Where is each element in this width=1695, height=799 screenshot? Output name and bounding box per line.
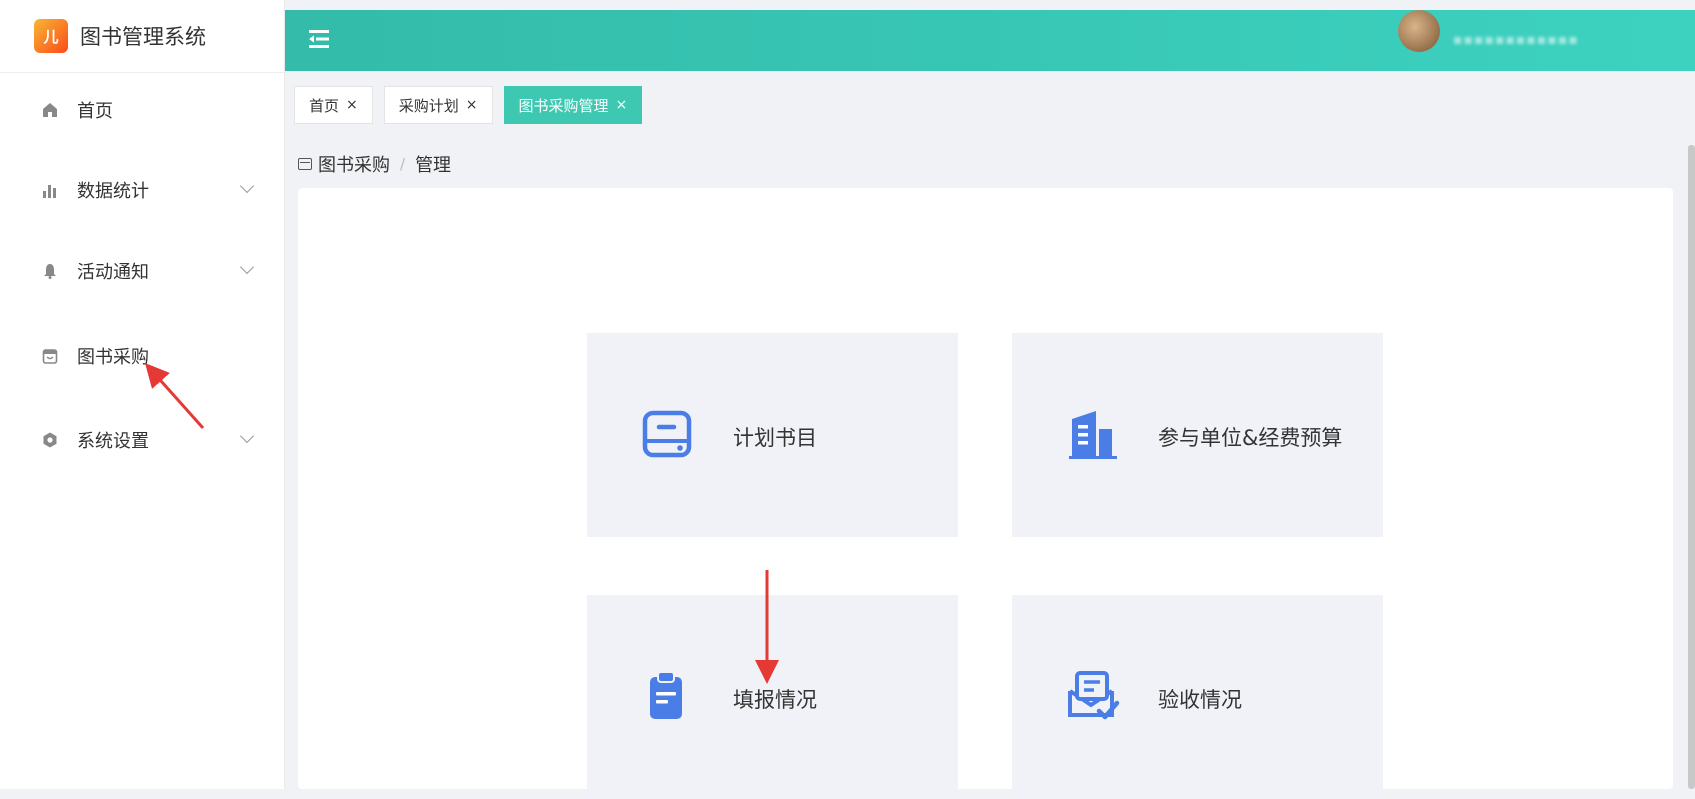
sidebar-item-system-settings[interactable]: 系统设置 (0, 420, 284, 460)
sidebar: 儿 图书管理系统 首页 数据统计 活动通知 图书采购 系统设置 (0, 0, 285, 789)
close-icon[interactable]: × (466, 97, 478, 113)
scrollbar[interactable] (1688, 145, 1695, 789)
tab-home[interactable]: 首页 × (294, 86, 373, 124)
content-panel: 计划书目 参与单位&经费预算 填报情况 验收情况 (298, 188, 1673, 799)
sidebar-item-home[interactable]: 首页 (0, 90, 284, 130)
settings-icon (42, 432, 58, 448)
close-icon[interactable]: × (616, 97, 628, 113)
sidebar-item-activity-notice[interactable]: 活动通知 (0, 251, 284, 291)
bell-icon (42, 263, 58, 279)
card-label: 参与单位&经费预算 (1158, 426, 1343, 450)
tab-label: 图书采购管理 (518, 96, 609, 115)
bar-chart-icon (42, 182, 58, 198)
sidebar-item-label: 系统设置 (77, 431, 149, 452)
tab-label: 采购计划 (398, 96, 459, 115)
sidebar-item-label: 数据统计 (77, 181, 149, 202)
sidebar-item-label: 活动通知 (77, 262, 149, 283)
top-header: ▪▪▪▪▪▪▪▪▪▪▪▪ (285, 10, 1695, 71)
logo-area[interactable]: 儿 图书管理系统 (0, 0, 284, 73)
chevron-down-icon (239, 428, 255, 444)
card-icon (298, 158, 312, 170)
breadcrumb-current: 管理 (415, 155, 452, 176)
breadcrumb-parent[interactable]: 图书采购 (318, 151, 390, 177)
chevron-down-icon (239, 178, 255, 194)
chevron-down-icon (239, 259, 255, 275)
hard-drive-icon (641, 407, 695, 461)
clipboard-icon (641, 669, 695, 723)
tab-bar: 首页 × 采购计划 × 图书采购管理 × (294, 86, 643, 124)
app-title: 图书管理系统 (80, 25, 206, 49)
avatar[interactable] (1398, 10, 1440, 52)
close-icon[interactable]: × (346, 97, 358, 113)
building-icon (1066, 407, 1120, 461)
checked-document-icon (1066, 669, 1120, 723)
shopping-bag-icon (42, 348, 58, 364)
sidebar-item-data-stats[interactable]: 数据统计 (0, 170, 284, 210)
card-units-budget[interactable]: 参与单位&经费预算 (1012, 333, 1383, 537)
logo-icon: 儿 (34, 19, 68, 53)
menu-collapse-icon[interactable] (307, 27, 331, 51)
tab-book-purchase-management[interactable]: 图书采购管理 × (503, 86, 643, 124)
card-label: 计划书目 (733, 426, 817, 450)
sidebar-item-label: 首页 (77, 101, 113, 122)
home-icon (42, 102, 58, 118)
breadcrumb: 图书采购 / 管理 (298, 151, 451, 177)
sidebar-item-book-purchase[interactable]: 图书采购 (0, 336, 284, 376)
card-submission-status[interactable]: 填报情况 (587, 595, 958, 799)
card-label: 验收情况 (1158, 688, 1242, 712)
card-acceptance-status[interactable]: 验收情况 (1012, 595, 1383, 799)
card-label: 填报情况 (733, 688, 817, 712)
sidebar-item-label: 图书采购 (77, 347, 149, 368)
breadcrumb-separator: / (400, 155, 406, 173)
username[interactable]: ▪▪▪▪▪▪▪▪▪▪▪▪ (1453, 32, 1579, 48)
tab-purchase-plan[interactable]: 采购计划 × (383, 86, 493, 124)
card-plan-booklist[interactable]: 计划书目 (587, 333, 958, 537)
tab-label: 首页 (309, 96, 340, 115)
